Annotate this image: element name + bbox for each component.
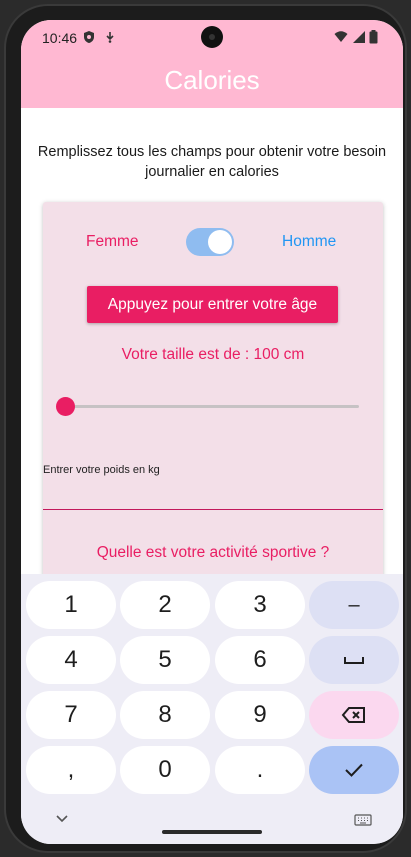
key-2[interactable]: 2 [120,581,210,629]
key-8[interactable]: 8 [120,691,210,739]
battery-icon [369,30,378,44]
weight-label: Entrer votre poids en kg [43,464,160,476]
key-9[interactable]: 9 [215,691,305,739]
key-6[interactable]: 6 [215,636,305,684]
key-done[interactable] [309,746,399,794]
wifi-icon [334,31,348,42]
gender-label-femme: Femme [86,233,139,250]
key-space[interactable] [309,636,399,684]
key-4[interactable]: 4 [26,636,116,684]
intro-text: Remplissez tous les champs pour obtenir … [37,144,387,180]
download-icon [106,32,114,43]
page-title: Calories [164,65,260,95]
status-time: 10:46 [42,30,78,46]
weight-input[interactable] [43,482,383,510]
chevron-down-icon[interactable] [54,814,70,824]
phone-frame: 10:46 Calories Remplissez tous les champ… [4,4,407,853]
check-icon [345,763,363,777]
key-dot[interactable]: . [215,746,305,794]
front-camera [201,26,223,48]
gender-label-homme: Homme [282,233,337,250]
key-7[interactable]: 7 [26,691,116,739]
backspace-icon [341,707,365,723]
key-1[interactable]: 1 [26,581,116,629]
home-indicator[interactable] [162,830,262,834]
status-bar: 10:46 [21,20,403,56]
shield-icon [84,31,94,43]
numeric-keyboard: 1 2 3 – 4 5 6 7 8 9 , 0 . [21,574,403,844]
key-backspace[interactable] [309,691,399,739]
key-3[interactable]: 3 [215,581,305,629]
key-comma[interactable]: , [26,746,116,794]
gender-switch[interactable] [186,228,234,256]
height-slider-thumb[interactable] [55,397,75,416]
height-text: Votre taille est de : 100 cm [121,346,305,363]
keyboard-icon[interactable] [354,814,372,826]
screen: 10:46 Calories Remplissez tous les champ… [21,20,403,844]
app-bar: 10:46 Calories [21,20,403,108]
key-0[interactable]: 0 [120,746,210,794]
signal-icon [353,31,365,43]
form-card: Femme Homme Appuyez pour entrer votre âg… [43,202,383,622]
age-button[interactable]: Appuyez pour entrer votre âge [87,286,338,323]
activity-question: Quelle est votre activité sportive ? [96,544,330,561]
key-5[interactable]: 5 [120,636,210,684]
switch-knob [208,230,232,254]
key-minus[interactable]: – [309,581,399,629]
height-slider-track[interactable] [65,405,359,408]
space-icon [344,657,364,664]
